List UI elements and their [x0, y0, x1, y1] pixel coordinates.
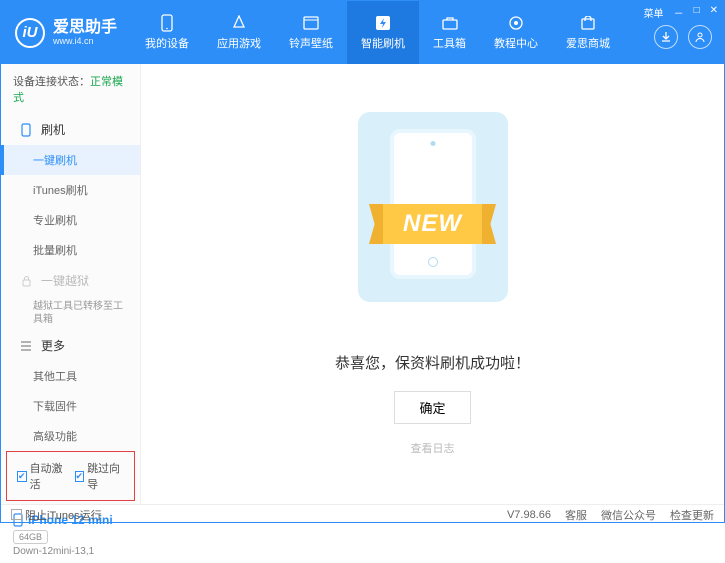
logo-icon: iU: [15, 18, 45, 48]
device-model: Down-12mini-13,1: [13, 546, 128, 557]
sidebar-item-pro-flash[interactable]: 专业刷机: [1, 205, 140, 235]
phone-icon: [19, 123, 33, 137]
tab-smart-flash[interactable]: 智能刷机: [347, 1, 419, 64]
close-button[interactable]: ✕: [710, 5, 718, 20]
jailbreak-notice: 越狱工具已转移至工具箱: [1, 296, 140, 330]
sidebar-item-itunes-flash[interactable]: iTunes刷机: [1, 175, 140, 205]
phone-illustration: NEW: [358, 112, 508, 302]
tab-toolbox[interactable]: 工具箱: [419, 1, 480, 64]
tab-apps[interactable]: 应用游戏: [203, 1, 275, 64]
menu-lines-icon: [19, 339, 33, 353]
sidebar-cat-flash[interactable]: 刷机: [1, 114, 140, 145]
sidebar-item-oneclick-flash[interactable]: 一键刷机: [1, 145, 140, 175]
sidebar-item-advanced[interactable]: 高级功能: [1, 421, 140, 451]
user-button[interactable]: [688, 25, 712, 49]
app-header: iU 爱思助手 www.i4.cn 我的设备 应用游戏 铃声壁纸 智能刷机 工具…: [1, 1, 724, 64]
tab-ringtone[interactable]: 铃声壁纸: [275, 1, 347, 64]
download-button[interactable]: [654, 25, 678, 49]
media-icon: [302, 14, 320, 32]
options-box: ✔自动激活 ✔跳过向导: [6, 451, 135, 501]
tab-store[interactable]: 爱思商城: [552, 1, 624, 64]
wechat-link[interactable]: 微信公众号: [601, 507, 656, 523]
lock-icon: [19, 274, 33, 288]
app-title: 爱思助手: [53, 19, 117, 37]
logo-area: iU 爱思助手 www.i4.cn: [1, 18, 131, 48]
version-label: V7.98.66: [507, 509, 551, 521]
support-link[interactable]: 客服: [565, 507, 587, 523]
ok-button[interactable]: 确定: [394, 391, 470, 424]
tab-my-device[interactable]: 我的设备: [131, 1, 203, 64]
sidebar-item-download-firmware[interactable]: 下载固件: [1, 391, 140, 421]
flash-icon: [374, 14, 392, 32]
auto-activate-checkbox[interactable]: ✔自动激活: [17, 460, 67, 492]
sidebar-cat-more[interactable]: 更多: [1, 330, 140, 361]
main-content: NEW 恭喜您，保资料刷机成功啦！ 确定 查看日志: [141, 64, 724, 504]
app-site: www.i4.cn: [53, 36, 117, 46]
view-log-link[interactable]: 查看日志: [411, 440, 455, 456]
new-banner: NEW: [383, 204, 482, 244]
skip-guide-checkbox[interactable]: ✔跳过向导: [75, 460, 125, 492]
minimize-button[interactable]: －: [674, 5, 684, 20]
tab-tutorial[interactable]: 教程中心: [480, 1, 552, 64]
block-itunes-checkbox[interactable]: 阻止iTunes运行: [11, 507, 102, 523]
storage-badge: 64GB: [13, 530, 48, 544]
sidebar-item-other-tools[interactable]: 其他工具: [1, 361, 140, 391]
sidebar: 设备连接状态：正常模式 刷机 一键刷机 iTunes刷机 专业刷机 批量刷机 一…: [1, 64, 141, 504]
nav-tabs: 我的设备 应用游戏 铃声壁纸 智能刷机 工具箱 教程中心 爱思商城: [131, 1, 724, 64]
maximize-button[interactable]: □: [694, 5, 700, 20]
connection-status: 设备连接状态：正常模式: [1, 64, 140, 114]
phone-icon: [158, 14, 176, 32]
store-icon: [579, 14, 597, 32]
book-icon: [507, 14, 525, 32]
menu-icon[interactable]: 菜单: [644, 5, 664, 20]
sidebar-item-batch-flash[interactable]: 批量刷机: [1, 235, 140, 265]
check-update-link[interactable]: 检查更新: [670, 507, 714, 523]
toolbox-icon: [441, 14, 459, 32]
sidebar-cat-jailbreak: 一键越狱: [1, 265, 140, 296]
success-message: 恭喜您，保资料刷机成功啦！: [335, 352, 530, 373]
apps-icon: [230, 14, 248, 32]
window-controls: 菜单 － □ ✕: [644, 5, 718, 20]
